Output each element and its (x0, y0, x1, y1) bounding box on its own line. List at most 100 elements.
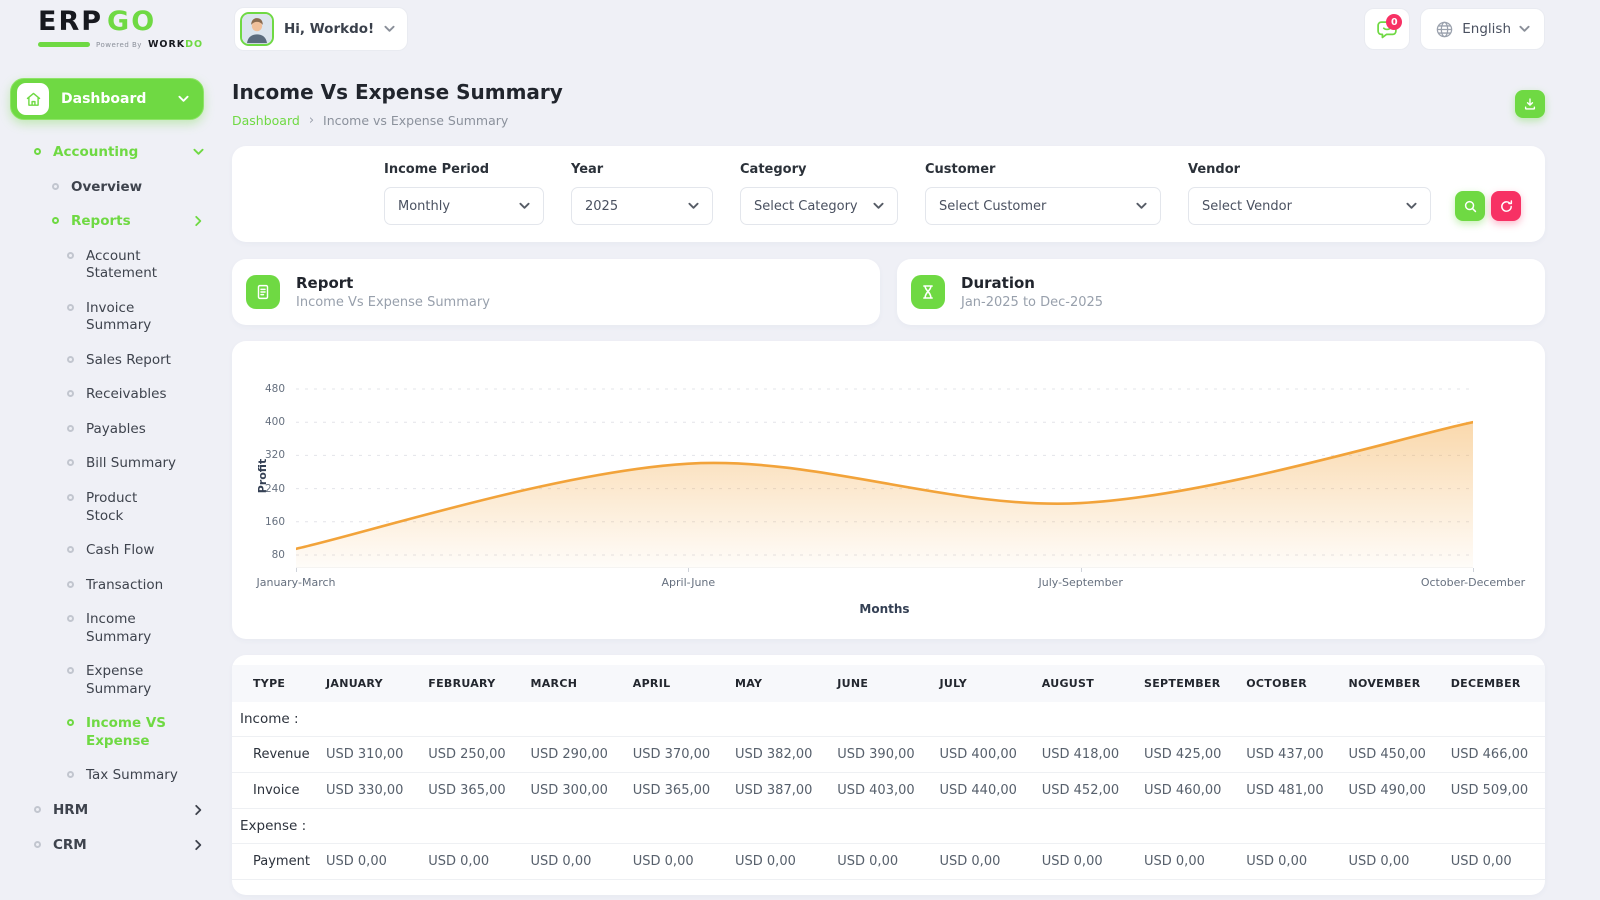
sidebar-item-income-summary[interactable]: Income Summary (10, 611, 204, 646)
sidebar-item-label: Transaction (86, 577, 163, 595)
apply-filter-button[interactable] (1455, 191, 1485, 221)
row-type: Invoice (232, 773, 318, 809)
sidebar: Dashboard Accounting Overview Reports Accou… (0, 58, 212, 900)
sidebar-item-accounting[interactable]: Accounting (10, 144, 204, 162)
breadcrumb-dashboard-link[interactable]: Dashboard (232, 113, 300, 128)
row-type: Payment (232, 844, 318, 880)
row-value: USD 460,00 (1136, 773, 1238, 809)
sidebar-item-dashboard[interactable]: Dashboard (10, 78, 204, 120)
row-value: USD 0,00 (1238, 844, 1340, 880)
sidebar-item-overview[interactable]: Overview (10, 179, 204, 197)
row-value: USD 0,00 (420, 844, 522, 880)
income-period-label: Income Period (384, 162, 544, 177)
chevron-right-icon (195, 216, 203, 227)
sidebar-item-income-vs-expense[interactable]: Income VS Expense (10, 715, 204, 750)
sidebar-item-hrm[interactable]: HRM (10, 802, 204, 820)
bullet-icon (52, 183, 59, 190)
row-value: USD 365,00 (420, 773, 522, 809)
search-icon (1463, 199, 1478, 214)
row-value: USD 390,00 (829, 737, 931, 773)
breadcrumb-separator-icon: › (309, 113, 314, 128)
top-bar: ERPGO Powered By WORKDO Hi, Workdo! (0, 0, 1600, 58)
income-expense-table: TYPEJANUARYFEBRUARYMARCHAPRILMAYJUNEJULY… (232, 665, 1545, 880)
x-tick-mark (1473, 568, 1474, 572)
category-select[interactable]: Select Category (740, 187, 898, 225)
chevron-down-icon (1519, 25, 1530, 33)
chevron-down-icon (384, 25, 395, 33)
profit-area-chart: Profit 80160240320400480January-MarchApr… (296, 383, 1473, 568)
customer-value: Select Customer (939, 199, 1046, 214)
sidebar-item-bill-summary[interactable]: Bill Summary (10, 455, 204, 473)
row-value: USD 0,00 (1341, 844, 1443, 880)
chevron-down-icon (1406, 202, 1417, 210)
sidebar-item-sales-report[interactable]: Sales Report (10, 352, 204, 370)
chevron-down-icon (873, 202, 884, 210)
dashboard-label: Dashboard (61, 91, 166, 107)
language-label: English (1462, 21, 1511, 37)
chevron-right-icon (195, 839, 203, 850)
x-tick-label: October-December (1421, 576, 1525, 589)
chevron-down-icon (1136, 202, 1147, 210)
bullet-icon (67, 252, 74, 259)
row-value: USD 437,00 (1238, 737, 1340, 773)
user-greeting: Hi, Workdo! (284, 21, 374, 37)
sidebar-item-label: Sales Report (86, 352, 171, 370)
row-value: USD 0,00 (1136, 844, 1238, 880)
sidebar-item-label: Payables (86, 421, 146, 439)
row-value: USD 330,00 (318, 773, 420, 809)
sidebar-item-label: Account Statement (86, 248, 178, 283)
language-selector[interactable]: English (1420, 8, 1545, 50)
sidebar-item-payables[interactable]: Payables (10, 421, 204, 439)
sidebar-item-reports[interactable]: Reports (10, 213, 204, 231)
y-tick-label: 480 (265, 383, 285, 395)
column-header: AUGUST (1034, 665, 1136, 702)
hourglass-icon (911, 275, 945, 309)
vendor-label: Vendor (1188, 162, 1431, 177)
sidebar-item-expense-summary[interactable]: Expense Summary (10, 663, 204, 698)
x-tick-label: April-June (661, 576, 715, 589)
row-value: USD 0,00 (523, 844, 625, 880)
download-icon (1523, 97, 1537, 111)
reset-filter-button[interactable] (1491, 191, 1521, 221)
sidebar-item-label: Reports (71, 213, 131, 231)
download-button[interactable] (1515, 90, 1545, 118)
messages-button[interactable]: 0 (1364, 8, 1410, 50)
sidebar-item-cash-flow[interactable]: Cash Flow (10, 542, 204, 560)
year-select[interactable]: 2025 (571, 187, 713, 225)
income-period-value: Monthly (398, 199, 450, 214)
vendor-value: Select Vendor (1202, 199, 1292, 214)
sidebar-item-label: Accounting (53, 144, 138, 162)
income-period-select[interactable]: Monthly (384, 187, 544, 225)
income-period-field: Income Period Monthly (384, 162, 544, 225)
duration-card-title: Duration (961, 274, 1103, 292)
vendor-select[interactable]: Select Vendor (1188, 187, 1431, 225)
logo-underline (38, 42, 90, 47)
category-label: Category (740, 162, 898, 177)
bullet-icon (67, 390, 74, 397)
sidebar-item-tax-summary[interactable]: Tax Summary (10, 767, 204, 785)
sidebar-item-product-stock[interactable]: Product Stock (10, 490, 204, 525)
sidebar-item-crm[interactable]: CRM (10, 837, 204, 855)
vendor-field: Vendor Select Vendor (1188, 162, 1431, 225)
row-value: USD 250,00 (420, 737, 522, 773)
sidebar-item-label: Income Summary (86, 611, 178, 646)
x-tick-label: January-March (256, 576, 335, 589)
sidebar-item-label: Cash Flow (86, 542, 154, 560)
chevron-down-icon (519, 202, 530, 210)
erpgo-logo[interactable]: ERPGO Powered By WORKDO (38, 8, 214, 50)
user-menu[interactable]: Hi, Workdo! (234, 7, 408, 51)
sidebar-item-label: CRM (53, 837, 87, 855)
sidebar-item-receivables[interactable]: Receivables (10, 386, 204, 404)
customer-select[interactable]: Select Customer (925, 187, 1161, 225)
row-value: USD 310,00 (318, 737, 420, 773)
sidebar-item-invoice-summary[interactable]: Invoice Summary (10, 300, 204, 335)
workdo-brand: WORKDO (148, 39, 203, 50)
notification-badge: 0 (1386, 14, 1402, 30)
sidebar-item-account-statement[interactable]: Account Statement (10, 248, 204, 283)
year-value: 2025 (585, 199, 618, 214)
bullet-icon (34, 148, 41, 155)
sidebar-item-transaction[interactable]: Transaction (10, 577, 204, 595)
row-value: USD 387,00 (727, 773, 829, 809)
chevron-right-icon (195, 805, 203, 816)
sidebar-item-label: Product Stock (86, 490, 178, 525)
